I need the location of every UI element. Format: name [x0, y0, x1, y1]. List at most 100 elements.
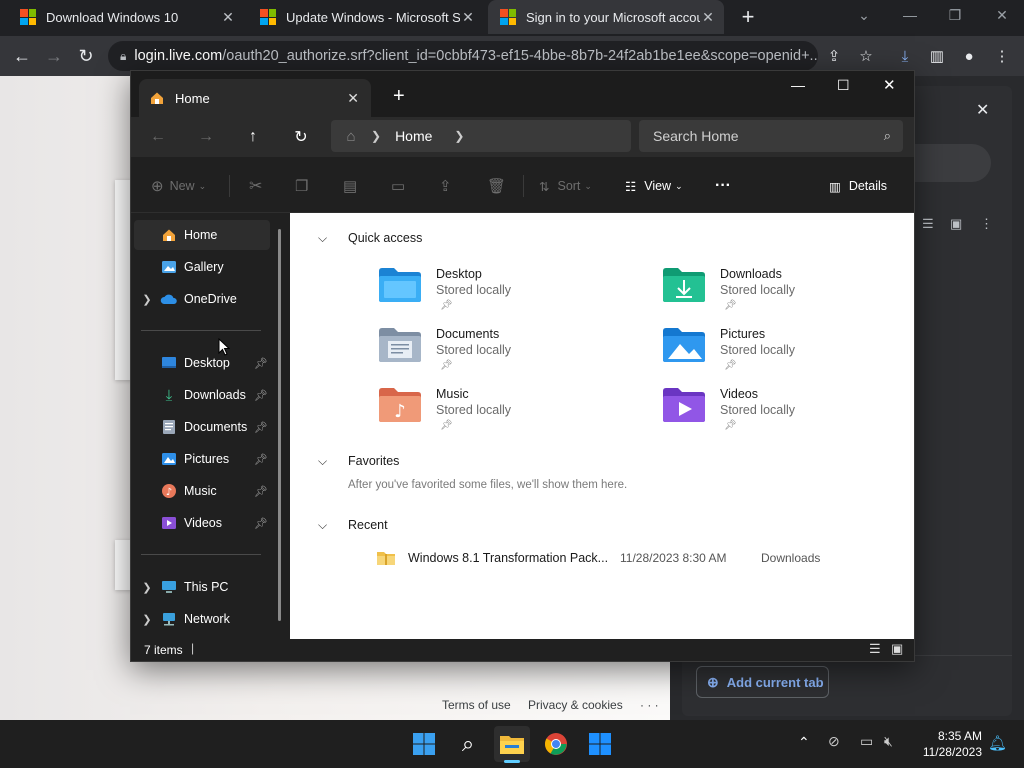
- quick-access-item-desktop[interactable]: Desktop Stored locally 📌︎: [378, 267, 638, 323]
- sidebar-item-music[interactable]: ♪ Music 📌︎: [134, 476, 270, 506]
- side-panel-icon[interactable]: ▥: [925, 44, 949, 68]
- bookmark-star-icon[interactable]: ☆: [854, 44, 878, 68]
- tab-title: Sign in to your Microsoft account: [526, 9, 700, 25]
- volume-muted-icon[interactable]: 🔇︎: [884, 733, 893, 750]
- more-options-button[interactable]: ···: [715, 173, 731, 199]
- taskbar-file-explorer[interactable]: [494, 726, 530, 762]
- side-more-icon[interactable]: ⋮: [980, 216, 993, 232]
- explorer-minimize-icon[interactable]: —: [791, 77, 805, 93]
- download-icon[interactable]: ⤓: [893, 44, 917, 68]
- side-panel-search[interactable]: [915, 144, 991, 182]
- show-hidden-icons[interactable]: ⌃: [798, 734, 810, 751]
- reload-icon[interactable]: ↻: [72, 42, 100, 70]
- item-name: Pictures: [720, 327, 766, 341]
- address-bar[interactable]: 🔒︎ login.live.com/oauth20_authorize.srf?…: [108, 41, 818, 71]
- favorites-header[interactable]: ⌵ Favorites: [318, 451, 399, 471]
- close-tab-icon[interactable]: ✕: [700, 9, 716, 26]
- sidebar-item-network[interactable]: ❯ Network: [134, 604, 270, 634]
- sidebar-item-desktop[interactable]: Desktop 📌︎: [134, 348, 270, 378]
- cut-icon[interactable]: ✂: [249, 173, 262, 199]
- explorer-tab-home[interactable]: Home ✕: [139, 79, 371, 117]
- copy-icon[interactable]: ❐: [295, 173, 308, 199]
- profile-icon[interactable]: ●: [957, 44, 981, 68]
- start-button[interactable]: [406, 726, 442, 762]
- refresh-icon[interactable]: ↻: [286, 123, 316, 151]
- tab-search-icon[interactable]: ⌄: [844, 0, 884, 30]
- more-links[interactable]: · · ·: [640, 698, 659, 712]
- back-icon[interactable]: ←: [8, 42, 36, 70]
- delete-icon[interactable]: 🗑︎: [487, 173, 506, 199]
- browser-tab-sign-in[interactable]: Sign in to your Microsoft account ✕: [488, 0, 724, 34]
- clock[interactable]: 8:35 AM 11/28/2023: [910, 729, 982, 759]
- breadcrumb-home[interactable]: Home: [395, 128, 432, 144]
- recent-row[interactable]: Windows 8.1 Transformation Pack... 11/28…: [376, 547, 906, 571]
- sidebar-item-gallery[interactable]: Gallery: [134, 252, 270, 282]
- explorer-new-tab-button[interactable]: +: [393, 85, 405, 108]
- minimize-icon[interactable]: —: [890, 0, 930, 30]
- restore-icon[interactable]: ❐: [935, 0, 975, 30]
- sidebar-item-onedrive[interactable]: ❯ OneDrive: [134, 284, 270, 314]
- new-tab-button[interactable]: +: [736, 4, 760, 29]
- view-button[interactable]: ☷ View ⌄: [625, 173, 683, 199]
- chevron-right-icon[interactable]: ❯: [134, 293, 160, 306]
- filter-icon[interactable]: ☰: [922, 216, 934, 232]
- browser-tab-update-windows[interactable]: Update Windows - Microsoft Support ✕: [248, 0, 484, 34]
- network-disconnected-icon[interactable]: ⊘: [828, 733, 840, 750]
- sidebar-item-home[interactable]: Home: [134, 220, 270, 250]
- up-icon[interactable]: ↑: [238, 123, 268, 151]
- chevron-right-icon[interactable]: ❯: [134, 613, 160, 626]
- browser-tab-download-windows[interactable]: Download Windows 10 ✕: [8, 0, 244, 34]
- taskbar-windows-app[interactable]: [582, 726, 618, 762]
- sidebar-separator: [141, 330, 261, 331]
- quick-access-item-downloads[interactable]: Downloads Stored locally 📌︎: [662, 267, 922, 323]
- details-button[interactable]: ▥ Details: [829, 173, 887, 199]
- menu-icon[interactable]: ⋮: [990, 44, 1014, 68]
- chevron-right-icon[interactable]: ❯: [454, 129, 464, 143]
- forward-icon[interactable]: →: [40, 42, 68, 70]
- videos-folder-icon: [663, 388, 705, 422]
- paste-icon[interactable]: ▤: [343, 173, 357, 199]
- back-icon[interactable]: ←: [143, 123, 173, 151]
- quick-access-item-documents[interactable]: Documents Stored locally 📌︎: [378, 327, 638, 383]
- quick-access-header[interactable]: ⌵ Quick access: [318, 228, 422, 248]
- sidebar-scrollbar[interactable]: [278, 229, 281, 621]
- notification-bell-icon[interactable]: 🔔︎: [988, 734, 1007, 752]
- sidebar-item-downloads[interactable]: ⤓ Downloads 📌︎: [134, 380, 270, 410]
- quick-access-item-videos[interactable]: Videos Stored locally 📌︎: [662, 387, 922, 443]
- sidebar-item-pictures[interactable]: Pictures 📌︎: [134, 444, 270, 474]
- add-current-tab-button[interactable]: ⊕ Add current tab: [696, 666, 829, 698]
- privacy-link[interactable]: Privacy & cookies: [528, 698, 623, 712]
- sidebar-item-documents[interactable]: Documents 📌︎: [134, 412, 270, 442]
- share-icon[interactable]: ⇪: [822, 44, 846, 68]
- details-pane-icon: ▥: [829, 179, 841, 194]
- share-icon[interactable]: ⇪: [439, 173, 452, 199]
- close-tab-icon[interactable]: ✕: [347, 90, 359, 107]
- recent-header[interactable]: ⌵ Recent: [318, 515, 388, 535]
- chevron-right-icon[interactable]: ❯: [134, 581, 160, 594]
- explorer-address-bar[interactable]: ⌂ ❯ Home ❯: [331, 120, 631, 152]
- sort-button[interactable]: ⇅ Sort ⌄: [539, 173, 592, 199]
- new-button[interactable]: ⊕ New ⌄: [151, 173, 206, 199]
- search-icon[interactable]: ⌕: [450, 726, 486, 762]
- side-panel-close-icon[interactable]: ✕: [976, 100, 989, 120]
- quick-access-item-pictures[interactable]: Pictures Stored locally 📌︎: [662, 327, 922, 383]
- explorer-close-icon[interactable]: ✕: [883, 76, 896, 94]
- sidebar-item-label: Downloads: [184, 388, 246, 402]
- sidebar-item-videos[interactable]: Videos 📌︎: [134, 508, 270, 538]
- forward-icon[interactable]: →: [191, 123, 221, 151]
- gallery-icon: [160, 259, 178, 275]
- terms-link[interactable]: Terms of use: [442, 698, 511, 712]
- rename-icon[interactable]: ▭: [391, 173, 405, 199]
- explorer-search-input[interactable]: Search Home ⌕: [639, 120, 903, 152]
- details-view-icon[interactable]: ☰: [869, 641, 881, 657]
- new-folder-icon[interactable]: ▣: [950, 216, 962, 232]
- explorer-maximize-icon[interactable]: ☐: [837, 77, 850, 94]
- taskbar-chrome[interactable]: [538, 726, 574, 762]
- sidebar-item-this-pc[interactable]: ❯ This PC: [134, 572, 270, 602]
- quick-access-item-music[interactable]: ♪ Music Stored locally 📌︎: [378, 387, 638, 443]
- close-tab-icon[interactable]: ✕: [220, 9, 236, 26]
- close-window-icon[interactable]: ✕: [982, 0, 1022, 30]
- display-icon[interactable]: ▭: [860, 733, 873, 750]
- close-tab-icon[interactable]: ✕: [460, 9, 476, 26]
- tiles-view-icon[interactable]: ▣: [891, 641, 903, 657]
